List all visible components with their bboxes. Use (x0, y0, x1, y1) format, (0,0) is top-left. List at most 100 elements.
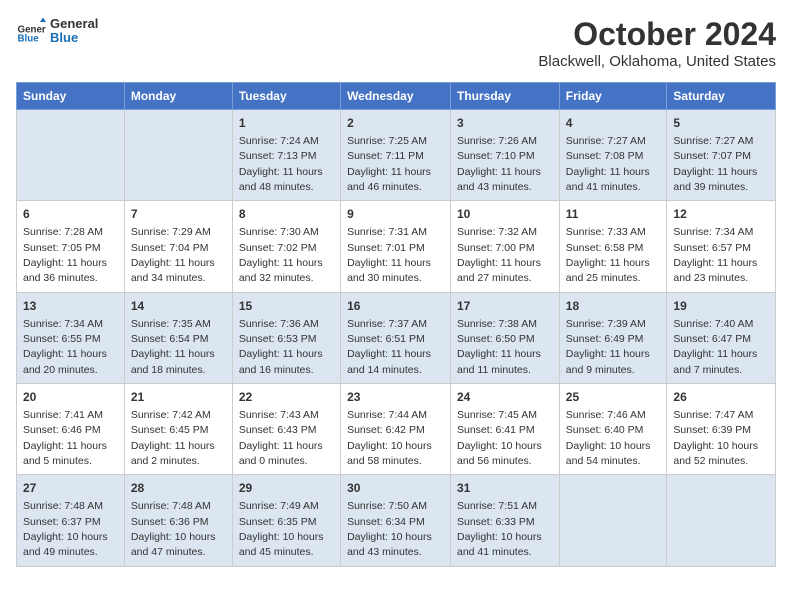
day-info: Sunrise: 7:49 AM Sunset: 6:35 PM Dayligh… (239, 500, 324, 558)
day-cell: 27 Sunrise: 7:48 AM Sunset: 6:37 PM Dayli… (17, 475, 125, 566)
day-number: 20 (23, 389, 118, 406)
day-cell: 2 Sunrise: 7:25 AM Sunset: 7:11 PM Daylig… (341, 110, 451, 201)
logo-blue: Blue (50, 31, 98, 45)
header-cell-sunday: Sunday (17, 83, 125, 110)
day-cell: 19 Sunrise: 7:40 AM Sunset: 6:47 PM Dayli… (667, 292, 776, 383)
day-number: 2 (347, 115, 444, 132)
day-cell (667, 475, 776, 566)
day-number: 17 (457, 298, 553, 315)
day-info: Sunrise: 7:27 AM Sunset: 7:07 PM Dayligh… (673, 135, 757, 193)
day-number: 18 (566, 298, 661, 315)
day-number: 30 (347, 480, 444, 497)
day-cell: 5 Sunrise: 7:27 AM Sunset: 7:07 PM Daylig… (667, 110, 776, 201)
day-info: Sunrise: 7:42 AM Sunset: 6:45 PM Dayligh… (131, 409, 215, 467)
day-info: Sunrise: 7:40 AM Sunset: 6:47 PM Dayligh… (673, 318, 757, 376)
day-cell: 10 Sunrise: 7:32 AM Sunset: 7:00 PM Dayli… (451, 201, 560, 292)
page-header: General Blue General Blue October 2024 B… (16, 16, 776, 70)
day-number: 19 (673, 298, 769, 315)
week-row-1: 1 Sunrise: 7:24 AM Sunset: 7:13 PM Daylig… (17, 110, 776, 201)
day-number: 10 (457, 206, 553, 223)
day-info: Sunrise: 7:28 AM Sunset: 7:05 PM Dayligh… (23, 226, 107, 284)
day-info: Sunrise: 7:44 AM Sunset: 6:42 PM Dayligh… (347, 409, 432, 467)
day-number: 28 (131, 480, 226, 497)
header-row: SundayMondayTuesdayWednesdayThursdayFrid… (17, 83, 776, 110)
week-row-2: 6 Sunrise: 7:28 AM Sunset: 7:05 PM Daylig… (17, 201, 776, 292)
day-number: 24 (457, 389, 553, 406)
day-number: 23 (347, 389, 444, 406)
logo-icon: General Blue (16, 16, 46, 46)
week-row-5: 27 Sunrise: 7:48 AM Sunset: 6:37 PM Dayli… (17, 475, 776, 566)
header-cell-tuesday: Tuesday (232, 83, 340, 110)
day-cell: 18Sunrise: 7:39 AM Sunset: 6:49 PM Dayli… (559, 292, 667, 383)
day-cell: 9 Sunrise: 7:31 AM Sunset: 7:01 PM Daylig… (341, 201, 451, 292)
calendar-subtitle: Blackwell, Oklahoma, United States (538, 53, 776, 70)
day-info: Sunrise: 7:32 AM Sunset: 7:00 PM Dayligh… (457, 226, 541, 284)
header-cell-monday: Monday (124, 83, 232, 110)
day-cell: 7 Sunrise: 7:29 AM Sunset: 7:04 PM Daylig… (124, 201, 232, 292)
day-cell: 3Sunrise: 7:26 AM Sunset: 7:10 PM Daylig… (451, 110, 560, 201)
day-cell: 11Sunrise: 7:33 AM Sunset: 6:58 PM Dayli… (559, 201, 667, 292)
day-info: Sunrise: 7:26 AM Sunset: 7:10 PM Dayligh… (457, 135, 541, 193)
title-block: October 2024 Blackwell, Oklahoma, United… (538, 16, 776, 70)
header-cell-friday: Friday (559, 83, 667, 110)
day-number: 27 (23, 480, 118, 497)
day-cell: 21 Sunrise: 7:42 AM Sunset: 6:45 PM Dayli… (124, 384, 232, 475)
day-info: Sunrise: 7:34 AM Sunset: 6:55 PM Dayligh… (23, 318, 107, 376)
day-number: 31 (457, 480, 553, 497)
day-cell: 24Sunrise: 7:45 AM Sunset: 6:41 PM Dayli… (451, 384, 560, 475)
calendar-table: SundayMondayTuesdayWednesdayThursdayFrid… (16, 82, 776, 567)
day-cell: 4Sunrise: 7:27 AM Sunset: 7:08 PM Daylig… (559, 110, 667, 201)
header-cell-wednesday: Wednesday (341, 83, 451, 110)
day-info: Sunrise: 7:36 AM Sunset: 6:53 PM Dayligh… (239, 318, 323, 376)
calendar-title: October 2024 (538, 16, 776, 53)
day-number: 25 (566, 389, 661, 406)
day-cell: 14Sunrise: 7:35 AM Sunset: 6:54 PM Dayli… (124, 292, 232, 383)
day-cell: 29Sunrise: 7:49 AM Sunset: 6:35 PM Dayli… (232, 475, 340, 566)
day-cell: 1 Sunrise: 7:24 AM Sunset: 7:13 PM Daylig… (232, 110, 340, 201)
calendar-body: 1 Sunrise: 7:24 AM Sunset: 7:13 PM Daylig… (17, 110, 776, 567)
day-number: 1 (239, 115, 334, 132)
day-info: Sunrise: 7:37 AM Sunset: 6:51 PM Dayligh… (347, 318, 431, 376)
day-cell: 22Sunrise: 7:43 AM Sunset: 6:43 PM Dayli… (232, 384, 340, 475)
day-info: Sunrise: 7:31 AM Sunset: 7:01 PM Dayligh… (347, 226, 431, 284)
day-number: 9 (347, 206, 444, 223)
day-number: 6 (23, 206, 118, 223)
day-cell: 13Sunrise: 7:34 AM Sunset: 6:55 PM Dayli… (17, 292, 125, 383)
day-info: Sunrise: 7:25 AM Sunset: 7:11 PM Dayligh… (347, 135, 431, 193)
day-cell: 12 Sunrise: 7:34 AM Sunset: 6:57 PM Dayli… (667, 201, 776, 292)
day-cell: 26Sunrise: 7:47 AM Sunset: 6:39 PM Dayli… (667, 384, 776, 475)
day-number: 5 (673, 115, 769, 132)
day-cell: 17 Sunrise: 7:38 AM Sunset: 6:50 PM Dayli… (451, 292, 560, 383)
header-cell-thursday: Thursday (451, 83, 560, 110)
day-number: 12 (673, 206, 769, 223)
day-info: Sunrise: 7:48 AM Sunset: 6:37 PM Dayligh… (23, 500, 108, 558)
day-info: Sunrise: 7:24 AM Sunset: 7:13 PM Dayligh… (239, 135, 323, 193)
day-cell (17, 110, 125, 201)
day-cell (124, 110, 232, 201)
day-number: 8 (239, 206, 334, 223)
logo: General Blue General Blue (16, 16, 98, 46)
day-info: Sunrise: 7:34 AM Sunset: 6:57 PM Dayligh… (673, 226, 757, 284)
day-info: Sunrise: 7:30 AM Sunset: 7:02 PM Dayligh… (239, 226, 323, 284)
day-info: Sunrise: 7:48 AM Sunset: 6:36 PM Dayligh… (131, 500, 216, 558)
day-cell: 30Sunrise: 7:50 AM Sunset: 6:34 PM Dayli… (341, 475, 451, 566)
day-cell: 6 Sunrise: 7:28 AM Sunset: 7:05 PM Daylig… (17, 201, 125, 292)
day-number: 26 (673, 389, 769, 406)
calendar-header: SundayMondayTuesdayWednesdayThursdayFrid… (17, 83, 776, 110)
day-number: 7 (131, 206, 226, 223)
week-row-3: 13Sunrise: 7:34 AM Sunset: 6:55 PM Dayli… (17, 292, 776, 383)
day-cell: 31Sunrise: 7:51 AM Sunset: 6:33 PM Dayli… (451, 475, 560, 566)
day-cell: 23 Sunrise: 7:44 AM Sunset: 6:42 PM Dayli… (341, 384, 451, 475)
week-row-4: 20 Sunrise: 7:41 AM Sunset: 6:46 PM Dayli… (17, 384, 776, 475)
day-info: Sunrise: 7:27 AM Sunset: 7:08 PM Dayligh… (566, 135, 650, 193)
day-number: 16 (347, 298, 444, 315)
day-info: Sunrise: 7:29 AM Sunset: 7:04 PM Dayligh… (131, 226, 215, 284)
day-info: Sunrise: 7:41 AM Sunset: 6:46 PM Dayligh… (23, 409, 107, 467)
header-cell-saturday: Saturday (667, 83, 776, 110)
day-number: 11 (566, 206, 661, 223)
day-cell: 20 Sunrise: 7:41 AM Sunset: 6:46 PM Dayli… (17, 384, 125, 475)
day-info: Sunrise: 7:38 AM Sunset: 6:50 PM Dayligh… (457, 318, 541, 376)
day-number: 21 (131, 389, 226, 406)
day-cell: 25Sunrise: 7:46 AM Sunset: 6:40 PM Dayli… (559, 384, 667, 475)
day-info: Sunrise: 7:43 AM Sunset: 6:43 PM Dayligh… (239, 409, 323, 467)
